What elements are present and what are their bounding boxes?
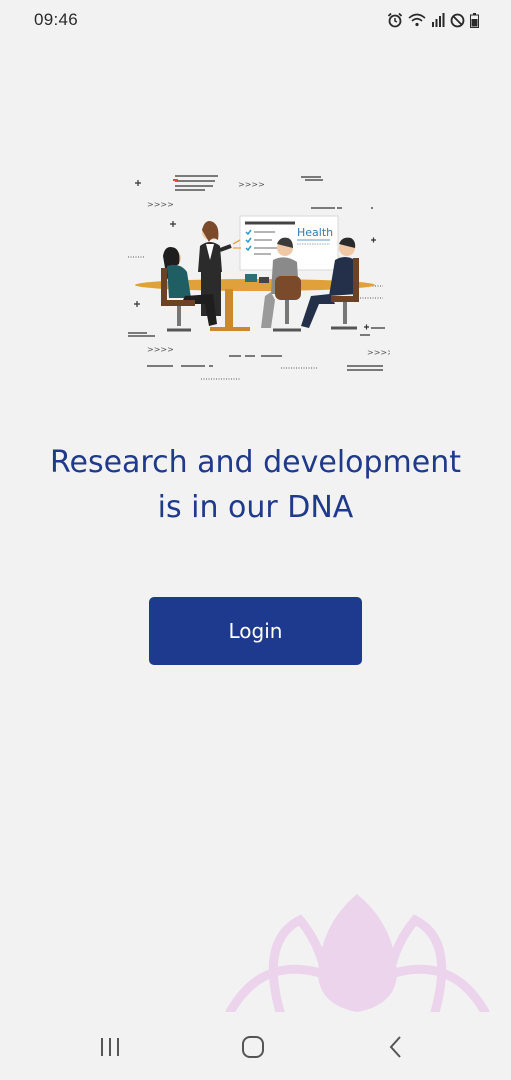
- home-button[interactable]: [233, 1032, 273, 1062]
- status-bar: 09:46: [0, 0, 511, 40]
- back-button[interactable]: [376, 1032, 416, 1062]
- do-not-disturb-icon: [450, 13, 465, 27]
- status-icons: [387, 12, 479, 28]
- svg-text:>>>>: >>>>: [367, 348, 390, 357]
- status-time: 09:46: [34, 10, 79, 29]
- svg-text:>>>>: >>>>: [238, 180, 265, 189]
- alarm-icon: [387, 12, 403, 28]
- wifi-icon: [408, 13, 426, 27]
- battery-icon: [470, 12, 479, 28]
- back-icon: [389, 1036, 401, 1058]
- recents-icon: [101, 1038, 119, 1056]
- svg-text:>>>>: >>>>: [147, 345, 174, 354]
- tagline: Research and development is in our DNA: [0, 440, 511, 530]
- tagline-line-1: Research and development: [49, 445, 462, 480]
- navigation-bar: [0, 1012, 511, 1080]
- login-button[interactable]: Login: [149, 597, 362, 665]
- board-label: Health: [297, 226, 333, 239]
- meeting-illustration: >>>> >>>> >>>> >>>> Health: [128, 175, 390, 380]
- splash-screen: 09:46 >>>> >>>> >>>> >>> Health Research…: [0, 0, 511, 1080]
- tagline-line-2: is in our DNA: [157, 490, 354, 525]
- recents-button[interactable]: [90, 1032, 130, 1062]
- lotus-decoration: [225, 894, 490, 1012]
- svg-text:>>>>: >>>>: [147, 200, 174, 209]
- home-icon: [242, 1036, 264, 1058]
- signal-icon: [432, 13, 445, 27]
